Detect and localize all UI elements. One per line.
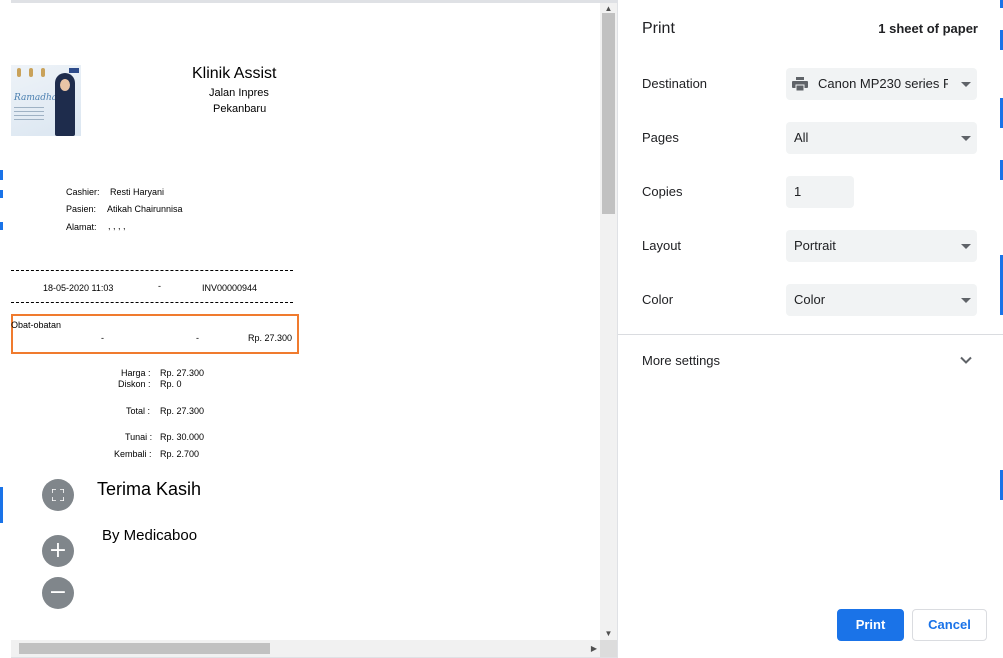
- dashed-divider: [11, 302, 293, 303]
- invoice-number: INV00000944: [202, 283, 258, 293]
- more-settings-label: More settings: [642, 353, 721, 368]
- print-button[interactable]: Print: [837, 609, 904, 641]
- vertical-scrollbar[interactable]: ▲ ▼: [600, 3, 617, 640]
- layout-value: Portrait: [794, 238, 836, 253]
- scroll-right-icon[interactable]: ▶: [588, 640, 600, 657]
- address-label: Alamat:: [66, 222, 97, 232]
- copies-input[interactable]: 1: [786, 176, 854, 208]
- zoom-out-button[interactable]: −: [42, 577, 74, 609]
- clinic-address-line2: Pekanbaru: [213, 103, 267, 115]
- transaction-separator: -: [158, 281, 161, 291]
- color-select[interactable]: Color: [786, 284, 977, 316]
- diskon-label: Diskon :: [118, 379, 151, 389]
- pages-label: Pages: [642, 130, 679, 145]
- cashier-label: Cashier:: [66, 187, 100, 197]
- patient-label: Pasien:: [66, 204, 97, 214]
- scrollbar-corner: [600, 640, 617, 657]
- chevron-down-icon: [960, 356, 972, 364]
- destination-value: Canon MP230 series Printer: [818, 76, 948, 91]
- kembali-value: Rp. 2.700: [160, 449, 200, 459]
- receipt-page: Ramadhan Klinik Assist Jalan Inpres Peka…: [11, 3, 600, 640]
- byline-text: By Medicaboo: [102, 527, 198, 544]
- horizontal-scrollbar[interactable]: ▶: [11, 640, 600, 657]
- chevron-down-icon: [961, 298, 971, 303]
- scroll-down-icon[interactable]: ▼: [600, 628, 617, 640]
- color-value: Color: [794, 292, 826, 307]
- destination-select[interactable]: Canon MP230 series Printer: [786, 68, 977, 100]
- printer-icon: [792, 77, 808, 91]
- item-column-2: -: [196, 333, 199, 343]
- clinic-logo-image: Ramadhan: [11, 65, 81, 136]
- print-preview-pane: Ramadhan Klinik Assist Jalan Inpres Peka…: [0, 0, 618, 658]
- chevron-down-icon: [961, 136, 971, 141]
- item-price: Rp. 27.300: [248, 333, 293, 343]
- transaction-datetime: 18-05-2020 11:03: [43, 283, 114, 293]
- chevron-down-icon: [961, 244, 971, 249]
- background-page-edge: [999, 0, 1003, 658]
- fit-to-page-icon: [52, 489, 64, 501]
- clinic-name: Klinik Assist: [192, 65, 277, 82]
- harga-value: Rp. 27.300: [160, 368, 205, 378]
- tunai-value: Rp. 30.000: [160, 432, 205, 442]
- minus-icon: −: [48, 580, 68, 605]
- print-settings-pane: Print 1 sheet of paper Destination Canon…: [618, 0, 1003, 658]
- cancel-button[interactable]: Cancel: [912, 609, 987, 641]
- copies-value: 1: [794, 184, 802, 199]
- pages-value: All: [794, 130, 809, 145]
- kembali-label: Kembali :: [114, 449, 152, 459]
- color-label: Color: [642, 292, 674, 307]
- pages-select[interactable]: All: [786, 122, 977, 154]
- diskon-value: Rp. 0: [160, 379, 182, 389]
- patient-value: Atikah Chairunnisa: [107, 204, 183, 214]
- harga-label: Harga :: [121, 368, 151, 378]
- plus-icon: +: [48, 538, 68, 563]
- horizontal-scroll-thumb[interactable]: [19, 643, 270, 654]
- fit-to-page-button[interactable]: [42, 479, 74, 511]
- layout-select[interactable]: Portrait: [786, 230, 977, 262]
- total-label: Total :: [126, 406, 151, 416]
- thanks-text: Terima Kasih: [97, 479, 202, 499]
- tunai-label: Tunai :: [125, 432, 153, 442]
- zoom-in-button[interactable]: +: [42, 535, 74, 567]
- cashier-value: Resti Haryani: [110, 187, 165, 197]
- item-name: Obat-obatan: [11, 320, 62, 330]
- address-value: , , , ,: [108, 221, 126, 231]
- more-settings-toggle[interactable]: More settings: [618, 335, 1003, 385]
- dashed-divider: [11, 270, 293, 271]
- sheet-count: 1 sheet of paper: [878, 21, 978, 36]
- vertical-scroll-thumb[interactable]: [602, 13, 615, 214]
- clinic-address-line1: Jalan Inpres: [209, 87, 269, 99]
- layout-label: Layout: [642, 238, 682, 253]
- chevron-down-icon: [961, 82, 971, 87]
- copies-label: Copies: [642, 184, 683, 199]
- background-page-edge: [0, 0, 11, 658]
- destination-label: Destination: [642, 76, 708, 91]
- print-dialog-title: Print: [642, 20, 675, 37]
- item-column-1: -: [101, 333, 104, 343]
- total-value: Rp. 27.300: [160, 406, 205, 416]
